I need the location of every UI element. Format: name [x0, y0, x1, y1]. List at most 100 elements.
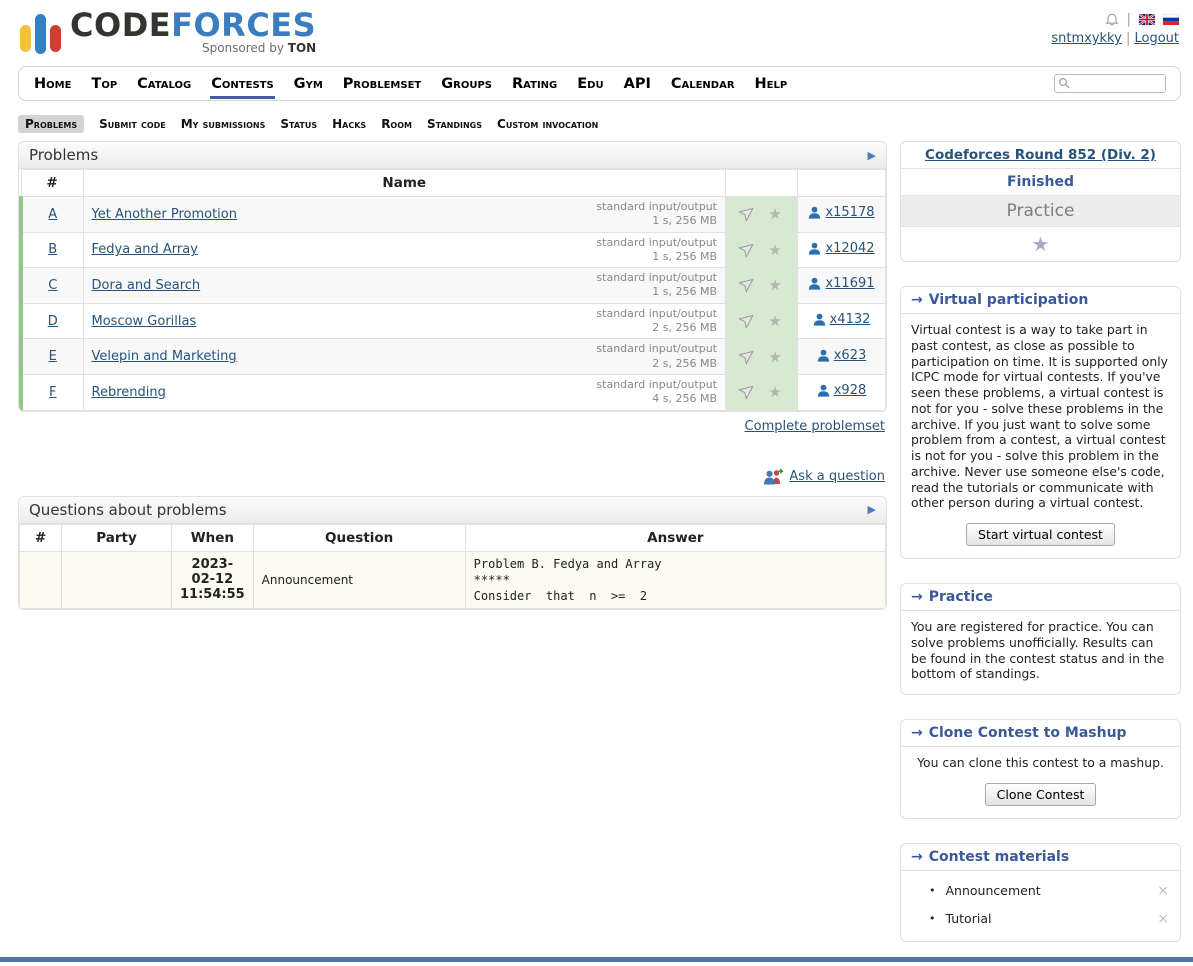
problem-name-link[interactable]: Rebrending	[92, 385, 166, 400]
problem-letter-link[interactable]: A	[48, 207, 57, 222]
solved-count-link[interactable]: x15178	[808, 205, 874, 220]
arrow-right-icon: →	[911, 589, 923, 605]
problem-name-link[interactable]: Moscow Gorillas	[92, 314, 197, 329]
ask-question-link[interactable]: Ask a question	[789, 469, 885, 484]
logo-bar-red	[50, 25, 61, 52]
russian-flag-icon[interactable]	[1163, 14, 1179, 25]
favourite-contest-star-icon[interactable]: ★	[1032, 232, 1050, 256]
nav-item-help[interactable]: Help	[754, 69, 789, 99]
problem-name-link[interactable]: Velepin and Marketing	[92, 349, 237, 364]
header-right: | sntmxykk	[1051, 8, 1179, 46]
close-icon[interactable]: ×	[1154, 911, 1172, 927]
question-text-cell: Announcement	[253, 551, 465, 609]
logo-tagline: Sponsored by TON	[70, 41, 316, 55]
problem-letter-link[interactable]: F	[49, 385, 56, 400]
subnav-item-my-submissions[interactable]: My submissions	[181, 117, 266, 131]
nav-item-gym[interactable]: Gym	[293, 69, 324, 99]
subnav-item-standings[interactable]: Standings	[427, 117, 482, 131]
notifications-bell-icon[interactable]	[1105, 12, 1119, 27]
solved-count-link[interactable]: x11691	[808, 276, 874, 291]
english-flag-icon[interactable]	[1139, 14, 1155, 25]
favourite-star-icon[interactable]: ★	[768, 312, 781, 330]
nav-item-contests[interactable]: Contests	[210, 69, 274, 99]
submit-solution-icon[interactable]	[737, 308, 762, 334]
nav-item-edu[interactable]: Edu	[576, 69, 604, 99]
problem-name-link[interactable]: Yet Another Promotion	[92, 207, 237, 222]
solved-count-link[interactable]: x4132	[813, 312, 871, 327]
username-link[interactable]: sntmxykky	[1051, 31, 1121, 46]
complete-problemset-row: Complete problemset	[20, 419, 885, 434]
nav-item-catalog[interactable]: Catalog	[136, 69, 192, 99]
close-icon[interactable]: ×	[1154, 883, 1172, 899]
bullet-icon: •	[929, 912, 936, 925]
problems-header-row: # Name	[21, 170, 886, 197]
submit-solution-icon[interactable]	[737, 344, 762, 370]
submit-solution-icon[interactable]	[737, 273, 762, 299]
problem-name-link[interactable]: Dora and Search	[92, 278, 201, 293]
contest-materials-title[interactable]: Contest materials	[929, 849, 1069, 865]
logo-bars-icon	[18, 8, 64, 60]
arrow-right-icon: →	[911, 725, 923, 741]
problem-constraints: standard input/output 2 s, 256 MB	[596, 307, 717, 336]
subnav-item-hacks[interactable]: Hacks	[332, 117, 366, 131]
problem-name-link[interactable]: Fedya and Array	[92, 242, 198, 257]
problem-letter-link[interactable]: D	[48, 314, 58, 329]
footer-top-bar	[0, 957, 1193, 962]
favourite-star-icon[interactable]: ★	[768, 348, 781, 366]
question-number-cell	[20, 551, 62, 609]
problem-letter-link[interactable]: C	[48, 278, 57, 293]
logout-link[interactable]: Logout	[1134, 31, 1179, 46]
codeforces-logo[interactable]: CODEFORCES Sponsored by TON	[18, 8, 316, 60]
practice-box: → Practice You are registered for practic…	[900, 583, 1181, 695]
nav-item-problemset[interactable]: Problemset	[342, 69, 422, 99]
clone-contest-title[interactable]: Clone Contest to Mashup	[929, 725, 1127, 741]
practice-text: You are registered for practice. You can…	[901, 611, 1180, 694]
nav-item-top[interactable]: Top	[90, 69, 118, 99]
practice-title[interactable]: Practice	[929, 589, 993, 605]
page-header: CODEFORCES Sponsored by TON |	[0, 0, 1193, 62]
subnav-item-status[interactable]: Status	[280, 117, 317, 131]
subnav-item-room[interactable]: Room	[381, 117, 412, 131]
favourite-star-icon[interactable]: ★	[768, 241, 781, 259]
submit-solution-icon[interactable]	[737, 379, 762, 405]
subnav-item-problems[interactable]: Problems	[18, 115, 84, 133]
material-tutorial-link[interactable]: Tutorial	[946, 911, 992, 926]
logo-bar-yellow	[20, 25, 31, 52]
problem-actions-cell: ★	[726, 197, 798, 233]
nav-item-calendar[interactable]: Calendar	[670, 69, 736, 99]
nav-item-home[interactable]: Home	[33, 69, 72, 99]
problem-letter-link[interactable]: B	[48, 242, 57, 257]
favourite-star-icon[interactable]: ★	[768, 205, 781, 223]
submit-solution-icon[interactable]	[737, 201, 762, 227]
problem-letter-link[interactable]: E	[49, 349, 57, 364]
contest-info-box: Codeforces Round 852 (Div. 2) Finished P…	[900, 141, 1181, 262]
contest-title-link[interactable]: Codeforces Round 852 (Div. 2)	[925, 147, 1156, 163]
nav-item-rating[interactable]: Rating	[511, 69, 558, 99]
nav-item-groups[interactable]: Groups	[440, 69, 493, 99]
favourite-star-icon[interactable]: ★	[768, 276, 781, 294]
material-announcement-link[interactable]: Announcement	[946, 883, 1041, 898]
favourite-star-icon[interactable]: ★	[768, 383, 781, 401]
start-virtual-contest-button[interactable]: Start virtual contest	[966, 523, 1115, 546]
submit-solution-icon[interactable]	[737, 237, 762, 263]
solved-count-link[interactable]: x928	[817, 383, 867, 398]
solved-count-link[interactable]: x12042	[808, 241, 874, 256]
problem-actions-cell: ★	[726, 232, 798, 268]
virtual-participation-box: →Virtual participation Virtual contest i…	[900, 286, 1181, 559]
expand-arrow-icon[interactable]: ▶	[868, 149, 876, 162]
complete-problemset-link[interactable]: Complete problemset	[745, 419, 885, 434]
nav-item-api[interactable]: API	[623, 69, 652, 99]
problem-actions-cell: ★	[726, 303, 798, 339]
subnav-item-submit-code[interactable]: Submit code	[99, 117, 166, 131]
clone-contest-button[interactable]: Clone Contest	[985, 783, 1097, 806]
problem-constraints: standard input/output 1 s, 256 MB	[596, 236, 717, 265]
questions-table: # Party When Question Answer 2023-02-12 …	[19, 524, 886, 610]
solved-count-link[interactable]: x623	[817, 348, 867, 363]
problem-constraints: standard input/output 1 s, 256 MB	[596, 271, 717, 300]
search-icon	[1058, 77, 1070, 93]
virtual-participation-title[interactable]: Virtual participation	[929, 292, 1089, 308]
search-input[interactable]	[1054, 74, 1166, 93]
subnav-item-custom-invocation[interactable]: Custom invocation	[497, 117, 598, 131]
problem-row-d: D Moscow Gorillas standard input/output …	[21, 303, 886, 339]
expand-arrow-icon[interactable]: ▶	[868, 503, 876, 516]
